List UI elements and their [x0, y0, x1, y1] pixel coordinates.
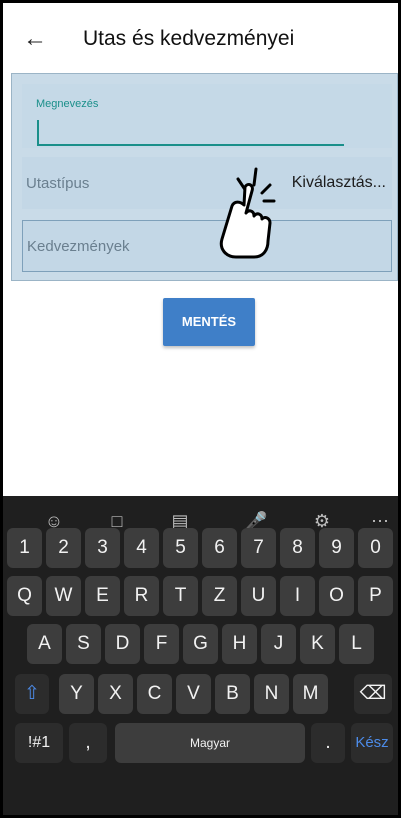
key-5[interactable]: 5 [163, 528, 198, 568]
key-2[interactable]: 2 [46, 528, 81, 568]
tap-hand-icon [219, 167, 276, 259]
screen: ← Utas és kedvezményei Megnevezés Utastí… [0, 0, 401, 818]
app-bar: ← Utas és kedvezményei [3, 3, 398, 75]
key-x[interactable]: X [98, 674, 133, 714]
page-title: Utas és kedvezményei [83, 27, 295, 50]
passenger-form: Megnevezés Utastípus Kiválasztás... Kedv… [11, 73, 398, 281]
key-a[interactable]: A [27, 624, 62, 664]
soft-keyboard: ☺ □ ▤ 🎤 ⚙ ⋯ 1234567890 QWERTZUIOP ASDFGH… [3, 496, 398, 815]
key-i[interactable]: I [280, 576, 315, 616]
key-f[interactable]: F [144, 624, 179, 664]
name-field-label: Megnevezés [36, 98, 99, 110]
done-key[interactable]: Kész [351, 723, 393, 763]
key-u[interactable]: U [241, 576, 276, 616]
save-button[interactable]: MENTÉS [163, 298, 255, 346]
key-6[interactable]: 6 [202, 528, 237, 568]
key-p[interactable]: P [358, 576, 393, 616]
shift-key[interactable]: ⇧ [15, 674, 49, 714]
name-field-underline [37, 144, 344, 146]
passenger-type-select[interactable]: Utastípus Kiválasztás... [22, 157, 392, 209]
key-w[interactable]: W [46, 576, 81, 616]
passenger-type-label: Utastípus [26, 175, 90, 192]
passenger-type-value: Kiválasztás... [291, 174, 386, 191]
key-j[interactable]: J [261, 624, 296, 664]
key-y[interactable]: Y [59, 674, 94, 714]
name-field[interactable]: Megnevezés [22, 84, 392, 148]
discounts-label: Kedvezmények [27, 238, 130, 255]
key-o[interactable]: O [319, 576, 354, 616]
key-l[interactable]: L [339, 624, 374, 664]
period-key[interactable]: . [311, 723, 345, 763]
symbols-key[interactable]: !#1 [15, 723, 63, 763]
key-q[interactable]: Q [7, 576, 42, 616]
key-c[interactable]: C [137, 674, 172, 714]
key-k[interactable]: K [300, 624, 335, 664]
key-t[interactable]: T [163, 576, 198, 616]
key-s[interactable]: S [66, 624, 101, 664]
key-h[interactable]: H [222, 624, 257, 664]
key-d[interactable]: D [105, 624, 140, 664]
key-e[interactable]: E [85, 576, 120, 616]
key-4[interactable]: 4 [124, 528, 159, 568]
key-n[interactable]: N [254, 674, 289, 714]
key-7[interactable]: 7 [241, 528, 276, 568]
back-arrow-icon[interactable]: ← [23, 25, 51, 53]
key-z[interactable]: Z [202, 576, 237, 616]
key-v[interactable]: V [176, 674, 211, 714]
key-3[interactable]: 3 [85, 528, 120, 568]
comma-key[interactable]: , [69, 723, 107, 763]
key-g[interactable]: G [183, 624, 218, 664]
space-key[interactable]: Magyar [115, 723, 305, 763]
discounts-field[interactable]: Kedvezmények [22, 220, 392, 272]
key-m[interactable]: M [293, 674, 328, 714]
key-8[interactable]: 8 [280, 528, 315, 568]
key-b[interactable]: B [215, 674, 250, 714]
key-r[interactable]: R [124, 576, 159, 616]
key-1[interactable]: 1 [7, 528, 42, 568]
key-0[interactable]: 0 [358, 528, 393, 568]
backspace-key[interactable]: ⌫ [354, 674, 392, 714]
key-9[interactable]: 9 [319, 528, 354, 568]
text-caret [37, 120, 39, 144]
